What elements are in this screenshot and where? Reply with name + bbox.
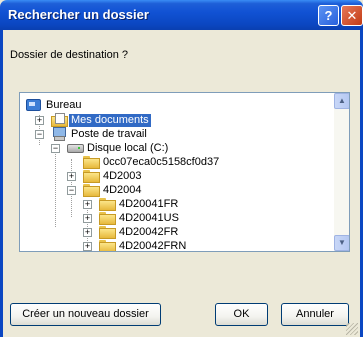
folder-icon (99, 197, 116, 211)
tree-item-folder[interactable]: 4D20042FRN (20, 239, 188, 252)
folder-icon (83, 183, 100, 197)
cancel-button[interactable]: Annuler (281, 303, 349, 326)
tree-item-label: 0cc07eca0c5158cf0d37 (103, 155, 220, 168)
resize-grip[interactable] (346, 323, 358, 335)
folder-browser-dialog: Rechercher un dossier ? ✕ Dossier de des… (0, 0, 363, 337)
desktop-icon (25, 98, 41, 111)
window-frame-left (0, 30, 3, 337)
title-bar[interactable]: Rechercher un dossier ? ✕ (0, 0, 363, 30)
hard-disk-icon (67, 141, 84, 154)
tree-item-label: Bureau (46, 98, 82, 111)
tree-item-label: 4D20041US (119, 211, 179, 224)
tree-item-folder[interactable]: 4D20041US (20, 211, 181, 225)
dialog-prompt: Dossier de destination ? (10, 49, 129, 61)
tree-item-label: Mes documents (69, 113, 151, 127)
folder-icon (99, 225, 116, 239)
tree-item-folder[interactable]: 4D20041FR (20, 197, 180, 211)
tree-item-folder[interactable]: 0cc07eca0c5158cf0d37 (20, 155, 221, 169)
folder-tree-content: Bureau + Mes documents − Poste de travai… (20, 93, 334, 251)
help-button[interactable]: ? (318, 5, 339, 26)
tree-item-label: 4D2003 (103, 169, 142, 182)
scroll-down-button[interactable]: ▼ (334, 235, 349, 251)
tree-item-label: 4D20042FRN (119, 239, 187, 252)
folder-icon (99, 239, 116, 251)
tree-item-folder[interactable]: 4D2003 (20, 169, 144, 183)
tree-item-mes-documents[interactable]: Mes documents (20, 113, 151, 127)
ok-button[interactable]: OK (215, 303, 268, 326)
documents-folder-icon (51, 113, 68, 127)
scroll-up-button[interactable]: ▲ (334, 93, 349, 109)
computer-icon (51, 127, 67, 141)
tree-item-folder[interactable]: 4D20042FR (20, 225, 180, 239)
new-folder-button[interactable]: Créer un nouveau dossier (10, 303, 161, 326)
tree-item-label: 4D20042FR (119, 225, 179, 238)
tree-item-disque-local[interactable]: Disque local (C:) (20, 141, 170, 155)
folder-tree[interactable]: Bureau + Mes documents − Poste de travai… (19, 92, 350, 252)
tree-item-label: 4D2004 (103, 183, 142, 196)
window-title: Rechercher un dossier (8, 7, 149, 22)
tree-item-poste-de-travail[interactable]: Poste de travail (20, 127, 149, 141)
vertical-scrollbar[interactable]: ▲ ▼ (334, 93, 349, 251)
tree-item-label: Poste de travail (71, 127, 147, 140)
tree-item-bureau[interactable]: Bureau (20, 98, 83, 112)
folder-icon (99, 211, 116, 225)
close-button[interactable]: ✕ (341, 5, 363, 26)
tree-item-label: Disque local (C:) (87, 141, 169, 154)
folder-icon (83, 169, 100, 183)
tree-item-folder[interactable]: 4D2004 (20, 183, 144, 197)
folder-icon (83, 155, 100, 169)
tree-item-label: 4D20041FR (119, 197, 179, 210)
